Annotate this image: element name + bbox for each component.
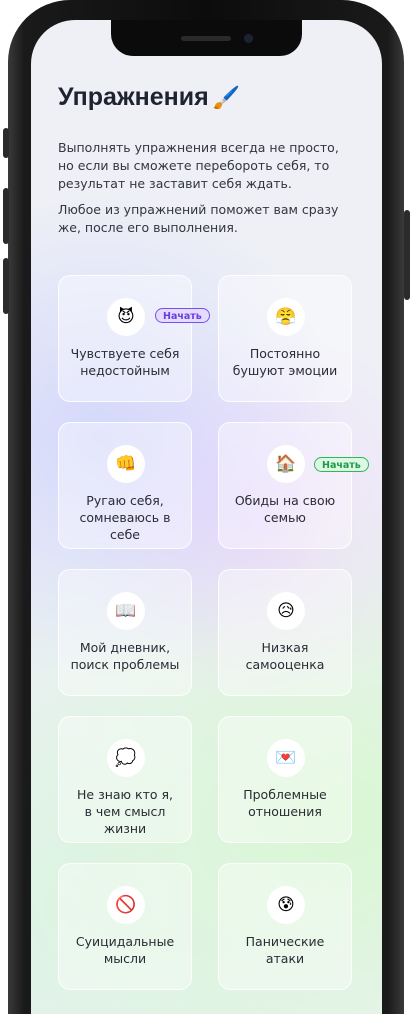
card-label-line: Суицидальные xyxy=(75,934,175,949)
exercise-card-low-self-esteem[interactable]: 😥 Низкая самооценка xyxy=(218,569,352,696)
exercise-card-relationships[interactable]: 💌 Проблемные отношения xyxy=(218,716,352,843)
start-badge[interactable]: Начать xyxy=(314,457,369,472)
card-label: Панические атаки xyxy=(223,933,347,967)
house-icon: 🏠 xyxy=(267,445,305,483)
exercise-card-diary[interactable]: 📖 Мой дневник, поиск проблемы xyxy=(58,569,192,696)
intro-paragraph-2: Любое из упражнений поможет вам сразу же… xyxy=(58,202,339,235)
phone-volume-down-button xyxy=(3,258,9,314)
card-label-line: Ругаю себя, xyxy=(86,493,164,508)
card-label-line: мысли xyxy=(103,951,147,966)
card-label-line: Мой дневник, xyxy=(79,640,171,655)
speaker-grille xyxy=(181,36,231,41)
start-badge[interactable]: Начать xyxy=(155,308,210,323)
exercise-card-unworthy[interactable]: 😈 Начать Чувствуете себя недостойным xyxy=(58,275,210,402)
card-label: Мой дневник, поиск проблемы xyxy=(63,639,187,673)
paintbrush-icon: 🖌️ xyxy=(212,85,241,110)
card-label: Чувствуете себя недостойным xyxy=(63,345,187,379)
steam-face-icon: 😤 xyxy=(267,298,305,336)
card-label-line: недостойным xyxy=(80,363,170,378)
card-label-line: Панические xyxy=(245,934,325,949)
card-label-line: Чувствуете себя xyxy=(70,346,180,361)
card-label: Обиды на свою семью xyxy=(223,492,347,526)
page-title-text: Упражнения xyxy=(58,83,209,111)
exercise-card-family-grievances[interactable]: 🏠 Начать Обиды на свою семью xyxy=(218,422,369,549)
card-label-line: Низкая xyxy=(261,640,309,655)
card-label-line: Не знаю кто я, xyxy=(77,787,173,802)
card-label-line: самооценка xyxy=(245,657,325,672)
intro-paragraph-1: Выполнять упражнения всегда не просто, н… xyxy=(58,140,339,191)
card-label-line: сомневаюсь в себе xyxy=(79,510,171,542)
card-label-line: атаки xyxy=(265,951,305,966)
love-letter-icon: 💌 xyxy=(267,739,305,777)
phone-volume-up-button xyxy=(3,188,9,244)
card-label-line: в чем смысл жизни xyxy=(84,804,166,836)
card-label-line: семью xyxy=(264,510,306,525)
card-label: Ругаю себя, сомневаюсь в себе xyxy=(63,492,187,543)
exercise-card-panic-attacks[interactable]: 😰 Панические атаки xyxy=(218,863,352,990)
card-label: Постоянно бушуют эмоции xyxy=(223,345,347,379)
sad-face-icon: 😥 xyxy=(267,592,305,630)
exercise-card-suicidal-thoughts[interactable]: 🚫 Суицидальные мысли xyxy=(58,863,192,990)
anxious-face-icon: 😰 xyxy=(267,886,305,924)
app-screen: Упражнения 🖌️ Выполнять упражнения всегда… xyxy=(31,20,382,1014)
exercise-card-meaning-of-life[interactable]: 💭 Не знаю кто я, в чем смысл жизни xyxy=(58,716,192,843)
card-label-line: Обиды на свою xyxy=(234,493,336,508)
fist-icon: 👊 xyxy=(107,445,145,483)
card-label: Проблемные отношения xyxy=(223,786,347,820)
phone-silent-switch xyxy=(3,128,9,158)
thought-bubble-icon: 💭 xyxy=(107,739,145,777)
exercise-card-self-blame[interactable]: 👊 Ругаю себя, сомневаюсь в себе xyxy=(58,422,192,549)
phone-power-button xyxy=(404,210,410,300)
card-label: Не знаю кто я, в чем смысл жизни xyxy=(63,786,187,837)
prohibited-icon: 🚫 xyxy=(107,886,145,924)
card-label-line: Проблемные xyxy=(243,787,327,802)
card-label-line: отношения xyxy=(248,804,322,819)
card-label-line: бушуют эмоции xyxy=(232,363,338,378)
card-label: Низкая самооценка xyxy=(223,639,347,673)
card-label-line: Постоянно xyxy=(249,346,321,361)
card-label: Суицидальные мысли xyxy=(63,933,187,967)
devil-face-icon: 😈 xyxy=(107,298,145,336)
page-title: Упражнения 🖌️ xyxy=(58,83,240,112)
front-camera xyxy=(244,34,253,43)
exercise-card-emotions[interactable]: 😤 Постоянно бушуют эмоции xyxy=(218,275,352,402)
card-label-line: поиск проблемы xyxy=(70,657,180,672)
open-book-icon: 📖 xyxy=(107,592,145,630)
phone-notch xyxy=(111,20,302,56)
